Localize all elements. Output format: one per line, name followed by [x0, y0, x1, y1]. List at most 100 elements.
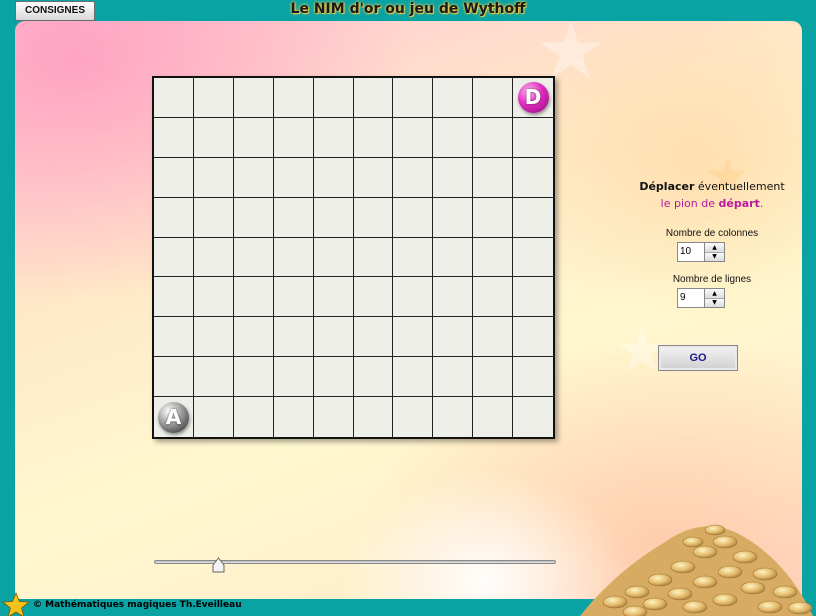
- board-cell[interactable]: [193, 277, 234, 318]
- board-cell[interactable]: [393, 357, 434, 398]
- board-cell[interactable]: [433, 117, 474, 158]
- board-cell[interactable]: [313, 317, 354, 358]
- board-cell[interactable]: [273, 277, 314, 318]
- board-cell[interactable]: D: [513, 78, 553, 118]
- board-cell[interactable]: [233, 317, 274, 358]
- departure-pawn[interactable]: D: [517, 81, 549, 113]
- board-cell[interactable]: [393, 397, 434, 437]
- consignes-button[interactable]: CONSIGNES: [15, 1, 95, 21]
- board-cell[interactable]: [274, 397, 314, 437]
- board-cell[interactable]: [313, 357, 354, 398]
- board-cell[interactable]: [353, 78, 394, 118]
- board-cell[interactable]: [233, 277, 274, 318]
- board-cell[interactable]: [233, 157, 274, 198]
- board-cell[interactable]: [473, 78, 514, 118]
- board-cell[interactable]: [273, 197, 314, 238]
- board-cell[interactable]: [154, 78, 194, 118]
- board-cell[interactable]: [433, 397, 474, 437]
- board-cell[interactable]: [433, 157, 474, 198]
- board-cell[interactable]: [513, 238, 553, 278]
- board-cell[interactable]: [433, 277, 474, 318]
- board-cell[interactable]: [233, 78, 274, 118]
- board-cell[interactable]: [353, 357, 394, 398]
- board-cell[interactable]: [154, 117, 194, 158]
- board-cell[interactable]: [314, 397, 354, 437]
- board-cell[interactable]: [473, 197, 514, 238]
- board-cell[interactable]: [513, 397, 553, 437]
- board-cell[interactable]: [154, 317, 194, 358]
- board-cell[interactable]: [353, 277, 394, 318]
- board-cell[interactable]: [473, 157, 514, 198]
- rows-up-icon[interactable]: ▲: [705, 289, 724, 299]
- columns-input[interactable]: 10: [677, 242, 705, 262]
- board-cell[interactable]: [393, 78, 434, 118]
- board-cell[interactable]: [193, 357, 234, 398]
- go-button[interactable]: GO: [658, 345, 738, 371]
- rows-stepper[interactable]: 9 ▲ ▼: [677, 288, 727, 310]
- board-cell[interactable]: [433, 317, 474, 358]
- board-cell[interactable]: [393, 117, 434, 158]
- board-cell[interactable]: [473, 357, 514, 398]
- board-cell[interactable]: [313, 197, 354, 238]
- board-cell[interactable]: [393, 157, 434, 198]
- board-cell[interactable]: [313, 277, 354, 318]
- board-cell[interactable]: [513, 357, 553, 398]
- board-cell[interactable]: [193, 157, 234, 198]
- board-cell[interactable]: [273, 157, 314, 198]
- board-cell[interactable]: [353, 157, 394, 198]
- board-cell[interactable]: [154, 157, 194, 198]
- board-cell[interactable]: [473, 237, 514, 278]
- board-cell[interactable]: [193, 117, 234, 158]
- board-cell[interactable]: [353, 117, 394, 158]
- board-cell[interactable]: [353, 197, 394, 238]
- board-cell[interactable]: [313, 78, 354, 118]
- board-cell[interactable]: [354, 397, 394, 437]
- board-cell[interactable]: [193, 317, 234, 358]
- board-cell[interactable]: [233, 237, 274, 278]
- board-cell[interactable]: [393, 197, 434, 238]
- board-cell[interactable]: [313, 237, 354, 278]
- board-cell[interactable]: [433, 237, 474, 278]
- rows-input[interactable]: 9: [677, 288, 705, 308]
- board-cell[interactable]: [513, 317, 553, 358]
- board-cell[interactable]: [273, 357, 314, 398]
- board-cell[interactable]: [433, 78, 474, 118]
- board-cell[interactable]: [193, 78, 234, 118]
- board-cell[interactable]: [193, 197, 234, 238]
- board-cell[interactable]: [273, 317, 314, 358]
- board-cell[interactable]: [513, 277, 553, 318]
- columns-stepper[interactable]: 10 ▲ ▼: [677, 242, 727, 264]
- board-cell[interactable]: [473, 117, 514, 158]
- board-cell[interactable]: [353, 237, 394, 278]
- board-cell[interactable]: [433, 357, 474, 398]
- board-cell[interactable]: [154, 277, 194, 318]
- board-cell[interactable]: [393, 237, 434, 278]
- board-cell[interactable]: [473, 277, 514, 318]
- board-cell[interactable]: [433, 197, 474, 238]
- board-cell[interactable]: [234, 397, 274, 437]
- board-cell[interactable]: [353, 317, 394, 358]
- board-cell[interactable]: [193, 237, 234, 278]
- board-cell[interactable]: [154, 357, 194, 398]
- board-cell[interactable]: [154, 197, 194, 238]
- columns-down-icon[interactable]: ▼: [705, 252, 724, 261]
- board-cell[interactable]: [513, 198, 553, 238]
- board-cell[interactable]: [313, 117, 354, 158]
- arrival-pawn[interactable]: A: [157, 401, 189, 433]
- board-cell[interactable]: [513, 158, 553, 198]
- board-cell[interactable]: [154, 237, 194, 278]
- board-cell[interactable]: [513, 118, 553, 158]
- board-cell[interactable]: [313, 157, 354, 198]
- board-cell[interactable]: [273, 78, 314, 118]
- rows-down-icon[interactable]: ▼: [705, 298, 724, 307]
- columns-up-icon[interactable]: ▲: [705, 243, 724, 253]
- slider-thumb[interactable]: [212, 557, 225, 573]
- board-cell[interactable]: [473, 397, 514, 437]
- board-cell[interactable]: [273, 237, 314, 278]
- board-cell[interactable]: [273, 117, 314, 158]
- board-cell[interactable]: [393, 277, 434, 318]
- board-cell[interactable]: A: [154, 397, 194, 437]
- board-cell[interactable]: [233, 197, 274, 238]
- board-cell[interactable]: [473, 317, 514, 358]
- board-cell[interactable]: [233, 357, 274, 398]
